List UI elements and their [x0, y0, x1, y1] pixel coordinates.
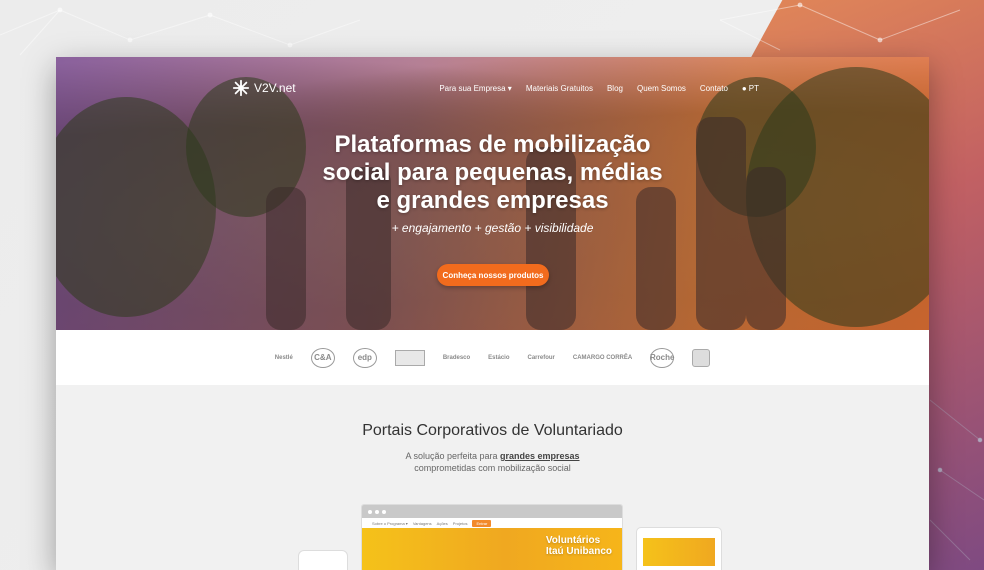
hero-section: V2V.net Para sua Empresa ▾ Materiais Gra… — [56, 57, 929, 330]
partner-logo-carrefour: Carrefour — [527, 354, 555, 361]
hero-title-line: e grandes empresas — [376, 187, 609, 214]
mockup-hero: Voluntários Itaú Unibanco — [362, 528, 622, 570]
subtitle-highlight: grandes empresas — [500, 451, 580, 461]
website-preview: V2V.net Para sua Empresa ▾ Materiais Gra… — [56, 57, 929, 570]
partner-logo-estacio: Estácio — [488, 354, 510, 361]
subtitle-prefix: A solução perfeita para — [405, 451, 500, 461]
tablet-screen — [643, 538, 715, 566]
hero-title-line: social para pequenas, médias — [322, 159, 663, 186]
partner-logo-camargo-correa: CAMARGO CORRÊA — [572, 354, 633, 361]
subtitle-line-2: comprometidas com mobilização social — [414, 463, 571, 473]
section-title: Portais Corporativos de Voluntariado — [362, 422, 623, 439]
browser-bar — [362, 505, 622, 518]
window-dot — [382, 509, 386, 514]
main-menu: Para sua Empresa ▾ Materiais Gratuitos B… — [439, 84, 759, 93]
partner-logo-edp: edp — [352, 347, 377, 368]
mockup-nav-item: Ações — [436, 520, 448, 526]
globe-icon: ● — [741, 83, 747, 93]
mockup-nav-button: Entrar — [472, 519, 492, 527]
mockup-hero-line: Itaú Unibanco — [545, 546, 612, 557]
window-dot — [368, 509, 372, 514]
tablet-mockup — [636, 527, 722, 570]
window-dot — [375, 509, 379, 514]
language-label: PT — [748, 83, 759, 93]
language-selector[interactable]: ● PT — [742, 84, 759, 93]
partner-logos: Nestlé C&A edp Bradesco Estácio Carrefou… — [56, 330, 929, 385]
cta-button[interactable]: Conheça nossos produtos — [437, 264, 549, 286]
hero-title: Plataformas de mobilização social para p… — [56, 131, 929, 215]
hero-subtitle: + engajamento + gestão + visibilidade — [391, 221, 594, 235]
mockup-nav-item: Projetos — [452, 520, 468, 526]
menu-quem-somos[interactable]: Quem Somos — [637, 84, 686, 93]
navbar: V2V.net Para sua Empresa ▾ Materiais Gra… — [232, 77, 759, 99]
section-subtitle: A solução perfeita para grandes empresas… — [56, 450, 929, 474]
menu-materiais-gratuitos[interactable]: Materiais Gratuitos — [526, 84, 593, 93]
partner-logo-box — [394, 349, 425, 366]
partner-logo-ca: C&A — [310, 347, 335, 368]
logo[interactable]: V2V.net — [232, 79, 296, 97]
partner-logo-bradesco: Bradesco — [442, 354, 471, 361]
partner-logo-roche: Roche — [650, 347, 674, 368]
menu-blog[interactable]: Blog — [607, 84, 623, 93]
menu-para-sua-empresa[interactable]: Para sua Empresa ▾ — [439, 84, 512, 93]
mockup-nav-item: Sobre o Programa ▾ — [372, 520, 408, 526]
mockup-hero-text: Voluntários Itaú Unibanco — [546, 535, 612, 557]
phone-mockup — [298, 550, 348, 570]
menu-contato[interactable]: Contato — [700, 84, 728, 93]
desktop-mockup: Sobre o Programa ▾ Vantagens Ações Proje… — [361, 504, 623, 570]
partner-logo-nestle: Nestlé — [274, 354, 293, 361]
mockup-hero-line: Voluntários — [545, 535, 601, 546]
mockup-nav: Sobre o Programa ▾ Vantagens Ações Proje… — [362, 518, 622, 528]
logo-icon — [232, 79, 250, 97]
mockup-nav-item: Vantagens — [412, 520, 432, 526]
partner-logo-square — [692, 348, 711, 367]
logo-text: V2V.net — [254, 81, 296, 95]
hero-title-line: Plataformas de mobilização — [334, 131, 651, 158]
